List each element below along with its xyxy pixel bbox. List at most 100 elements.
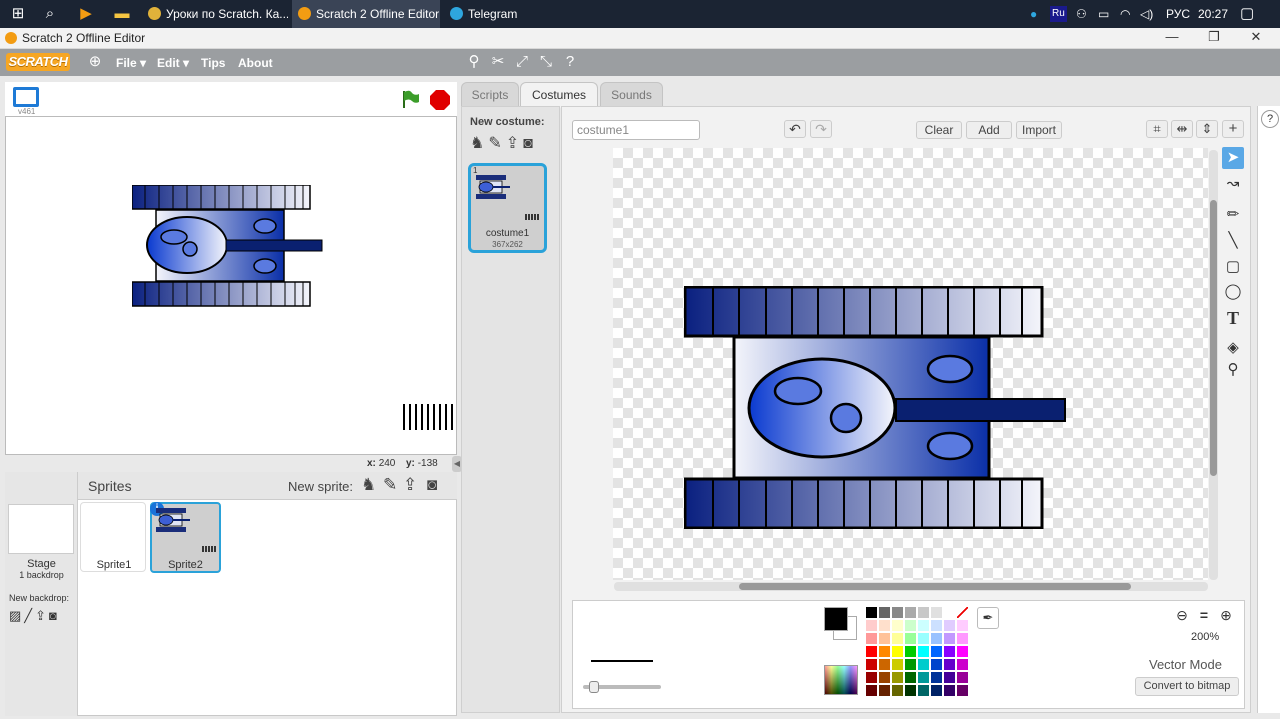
palette-swatch[interactable]	[905, 633, 916, 644]
zoom-out-icon[interactable]: ⊖	[1173, 607, 1191, 625]
palette-swatch[interactable]	[944, 659, 955, 670]
flip-vertical-icon[interactable]: ⇕	[1196, 120, 1218, 138]
primary-color-swatch[interactable]	[824, 607, 848, 631]
menu-tips[interactable]: Tips	[201, 56, 225, 70]
palette-swatch[interactable]	[931, 659, 942, 670]
convert-to-bitmap-button[interactable]: Convert to bitmap	[1135, 677, 1239, 696]
slider-handle[interactable]	[589, 681, 599, 693]
rectangle-tool-icon[interactable]: ▢	[1222, 256, 1244, 278]
crop-icon[interactable]: ⌗	[1146, 120, 1168, 138]
line-tool-icon[interactable]: ╲	[1222, 230, 1244, 252]
palette-swatch[interactable]	[957, 646, 968, 657]
redo-icon[interactable]: ↷	[810, 120, 832, 138]
costume-camera-icon[interactable]: ◙	[523, 135, 537, 152]
tray-people-icon[interactable]: ⚇	[1076, 0, 1087, 28]
tank-sprite-stage[interactable]	[132, 185, 326, 309]
menu-edit[interactable]: Edit ▾	[157, 56, 189, 70]
tray-clock[interactable]: 20:27	[1198, 0, 1228, 28]
sprite2-stage[interactable]	[402, 404, 457, 430]
palette-swatch[interactable]	[931, 607, 942, 618]
palette-swatch[interactable]	[918, 646, 929, 657]
duplicate-stamp-icon[interactable]: ⚲	[465, 53, 483, 71]
search-icon[interactable]: ⌕	[40, 4, 60, 24]
horizontal-scroll-thumb[interactable]	[739, 583, 1131, 590]
restore-icon[interactable]: ❐	[1204, 29, 1224, 47]
palette-swatch[interactable]	[918, 620, 929, 631]
palette-swatch[interactable]	[905, 646, 916, 657]
palette-swatch[interactable]	[918, 607, 929, 618]
close-icon[interactable]: ✕	[1246, 29, 1266, 47]
palette-swatch[interactable]	[879, 607, 890, 618]
scratch-logo[interactable]: SCRATCH	[6, 53, 70, 71]
tray-wifi-icon[interactable]: ◠	[1120, 0, 1130, 28]
reshape-tool-icon[interactable]: ↝	[1222, 173, 1244, 195]
costume-name-input[interactable]	[572, 120, 700, 140]
zoom-reset-icon[interactable]: =	[1195, 607, 1213, 625]
palette-swatch[interactable]	[918, 672, 929, 683]
costume-library-icon[interactable]: ♞	[470, 135, 488, 152]
help-circle-icon[interactable]: ?	[1261, 110, 1279, 128]
sprite-thumb-sprite2[interactable]: i Sprite2	[150, 502, 221, 573]
sprite-camera-icon[interactable]: ◙	[427, 475, 437, 495]
undo-icon[interactable]: ↶	[784, 120, 806, 138]
import-button[interactable]: Import	[1016, 121, 1062, 139]
palette-swatch[interactable]	[957, 659, 968, 670]
palette-swatch[interactable]	[892, 633, 903, 644]
palette-swatch[interactable]	[892, 620, 903, 631]
paint-canvas[interactable]	[613, 148, 1208, 580]
palette-swatch[interactable]	[944, 620, 955, 631]
palette-swatch[interactable]	[918, 633, 929, 644]
set-center-icon[interactable]: +	[1222, 120, 1244, 138]
text-tool-icon[interactable]: T	[1222, 307, 1244, 329]
line-width-slider[interactable]	[583, 681, 661, 693]
menu-about[interactable]: About	[238, 56, 273, 70]
tab-scripts[interactable]: Scripts	[461, 82, 519, 106]
tray-lang-label[interactable]: РУС	[1166, 0, 1190, 28]
palette-swatch[interactable]	[931, 633, 942, 644]
delete-cut-icon[interactable]: ✂	[489, 53, 507, 71]
palette-swatch[interactable]	[892, 672, 903, 683]
stage-thumbnail[interactable]	[8, 504, 74, 554]
palette-swatch[interactable]	[879, 672, 890, 683]
palette-swatch[interactable]	[866, 672, 877, 683]
windows-start-icon[interactable]: ⊞	[8, 4, 28, 24]
green-flag-icon[interactable]	[400, 89, 420, 109]
zoom-in-icon[interactable]: ⊕	[1217, 607, 1235, 625]
palette-swatch[interactable]	[957, 685, 968, 696]
palette-swatch[interactable]	[905, 672, 916, 683]
vertical-scroll-thumb[interactable]	[1210, 200, 1217, 476]
stage-canvas[interactable]	[5, 116, 457, 455]
palette-swatch[interactable]	[892, 659, 903, 670]
palette-swatch[interactable]	[892, 685, 903, 696]
palette-swatch[interactable]	[931, 646, 942, 657]
costume-upload-icon[interactable]: ⇪	[506, 135, 523, 152]
palette-swatch[interactable]	[931, 685, 942, 696]
palette-swatch[interactable]	[866, 685, 877, 696]
horizontal-scrollbar[interactable]	[614, 582, 1208, 591]
tab-costumes[interactable]: Costumes	[520, 82, 598, 108]
add-button[interactable]: Add	[966, 121, 1012, 139]
palette-swatch[interactable]	[944, 685, 955, 696]
no-color-swatch[interactable]	[957, 607, 968, 618]
fullscreen-icon[interactable]	[13, 87, 39, 107]
palette-swatch[interactable]	[879, 659, 890, 670]
palette-swatch[interactable]	[866, 659, 877, 670]
sprite-library-icon[interactable]: ♞	[361, 475, 376, 495]
vertical-scrollbar[interactable]	[1209, 150, 1218, 580]
eyedropper-icon[interactable]: ✒	[977, 607, 999, 629]
media-player-icon[interactable]: ▶	[76, 4, 96, 24]
taskbar-app-chrome[interactable]: Уроки по Scratch. Ка...	[142, 0, 288, 28]
grow-icon[interactable]: ⤢	[513, 53, 531, 71]
fill-tool-icon[interactable]: ◈	[1222, 337, 1244, 359]
help-icon[interactable]: ?	[561, 53, 579, 71]
palette-swatch[interactable]	[918, 659, 929, 670]
palette-swatch[interactable]	[944, 633, 955, 644]
sprite-paint-icon[interactable]: ✎	[383, 475, 397, 495]
flip-horizontal-icon[interactable]: ⇹	[1171, 120, 1193, 138]
taskbar-app-telegram[interactable]: Telegram	[444, 0, 534, 28]
palette-swatch[interactable]	[905, 620, 916, 631]
sprite-thumb-sprite1[interactable]: Sprite1	[80, 502, 146, 572]
palette-swatch[interactable]	[905, 685, 916, 696]
palette-swatch[interactable]	[944, 607, 955, 618]
costume-item-costume1[interactable]: 1 costume1 367x262	[468, 163, 547, 253]
